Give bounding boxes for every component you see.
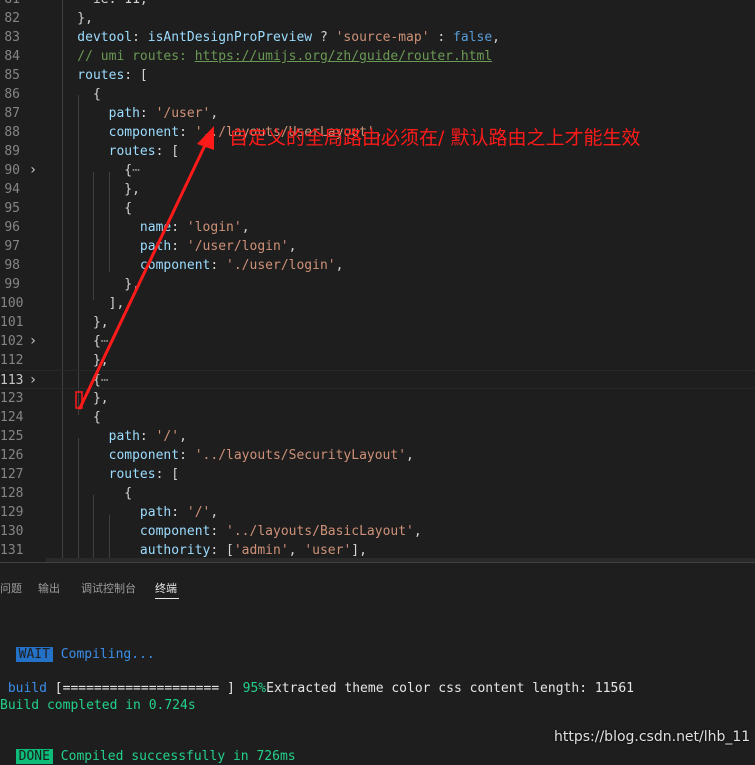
terminal-line-done: DONE Compiled successfully in 726ms	[0, 731, 296, 765]
tab-output[interactable]: 输出	[38, 580, 60, 598]
build-progress-bar: [==================== ]	[46, 681, 243, 696]
wait-badge: WAIT	[15, 647, 53, 662]
annotation-note: 自定义的全局路由必须在/ 默认路由之上才能生效	[229, 127, 641, 149]
terminal-line-wait: WAIT Compiling...	[0, 629, 155, 663]
arrow-shaft	[78, 139, 209, 410]
wait-text: Compiling...	[60, 647, 155, 662]
tab-problems[interactable]: 问题	[0, 580, 22, 598]
tab-terminal[interactable]: 终端	[155, 580, 177, 598]
tab-debug-console[interactable]: 调试控制台	[81, 580, 136, 598]
annotation-arrow	[75, 126, 214, 410]
arrow-head	[197, 126, 214, 150]
terminal-line-build: build [==================== ] 95%Extract…	[0, 680, 634, 697]
build-message: Extracted theme color css content length…	[266, 681, 634, 696]
build-label: build	[0, 681, 47, 696]
build-percent: 95%	[242, 681, 267, 696]
watermark: https://blog.csdn.net/lhb_11	[554, 729, 751, 745]
build-completed-text: Build completed in 0.724s	[0, 698, 196, 713]
active-tab-indicator	[155, 598, 179, 599]
